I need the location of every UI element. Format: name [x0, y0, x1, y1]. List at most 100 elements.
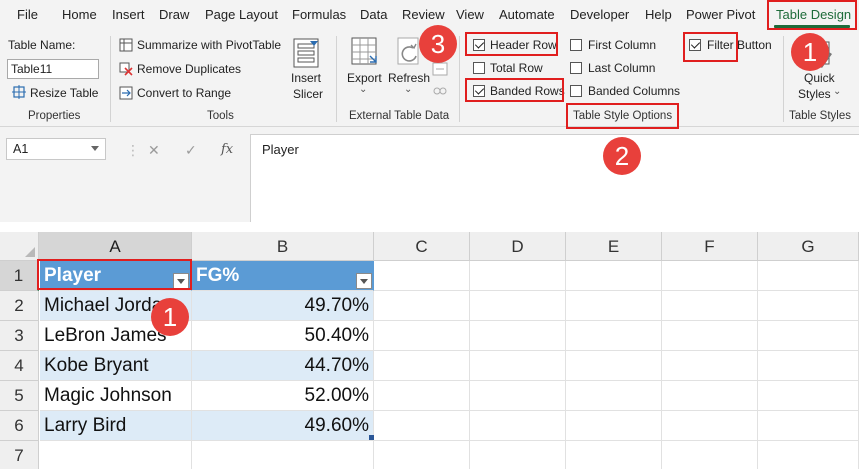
total-row-checkbox[interactable]	[473, 62, 485, 74]
table-header-player[interactable]: Player	[40, 261, 192, 291]
empty-cell[interactable]	[40, 441, 192, 469]
table-cell-fg[interactable]: 50.40%	[192, 321, 374, 351]
table-header-fg[interactable]: FG%	[192, 261, 374, 291]
column-header-c[interactable]: C	[374, 232, 470, 261]
banded-columns-checkbox[interactable]	[570, 85, 582, 97]
resize-table-button[interactable]: Resize Table	[30, 86, 98, 100]
tab-insert[interactable]: Insert	[112, 7, 145, 22]
empty-cell[interactable]	[566, 381, 662, 411]
column-header-d[interactable]: D	[470, 232, 566, 261]
banded-rows-checkbox[interactable]	[473, 85, 485, 97]
row-header-6[interactable]: 6	[0, 411, 39, 441]
tab-developer[interactable]: Developer	[570, 7, 629, 22]
column-header-e[interactable]: E	[566, 232, 662, 261]
table-cell-fg[interactable]: 52.00%	[192, 381, 374, 411]
empty-cell[interactable]	[566, 321, 662, 351]
empty-cell[interactable]	[374, 321, 470, 351]
empty-cell[interactable]	[470, 321, 566, 351]
empty-cell[interactable]	[758, 381, 859, 411]
insert-slicer-button[interactable]: Insert	[291, 71, 321, 85]
empty-cell[interactable]	[566, 441, 662, 469]
empty-cell[interactable]	[470, 261, 566, 291]
last-column-checkbox[interactable]	[570, 62, 582, 74]
tab-page-layout[interactable]: Page Layout	[205, 7, 278, 22]
table-cell-player[interactable]: Magic Johnson	[40, 381, 192, 411]
quick-styles-dropdown-icon[interactable]: ⌄	[833, 86, 841, 97]
empty-cell[interactable]	[470, 411, 566, 441]
tab-draw[interactable]: Draw	[159, 7, 189, 22]
empty-cell[interactable]	[566, 261, 662, 291]
row-header-4[interactable]: 4	[0, 351, 39, 381]
remove-duplicates-button[interactable]: Remove Duplicates	[137, 62, 241, 76]
row-header-5[interactable]: 5	[0, 381, 39, 411]
table-resize-handle[interactable]	[369, 435, 374, 440]
table-name-input[interactable]: Table11	[7, 59, 99, 79]
empty-cell[interactable]	[192, 441, 374, 469]
empty-cell[interactable]	[662, 351, 758, 381]
empty-cell[interactable]	[374, 261, 470, 291]
empty-cell[interactable]	[470, 291, 566, 321]
table-cell-fg[interactable]: 44.70%	[192, 351, 374, 381]
empty-cell[interactable]	[374, 441, 470, 469]
name-box-dropdown-icon[interactable]	[91, 146, 99, 151]
filter-dropdown-fg[interactable]	[356, 273, 372, 289]
tab-review[interactable]: Review	[402, 7, 445, 22]
summarize-pivottable-button[interactable]: Summarize with PivotTable	[137, 38, 281, 52]
formula-input[interactable]	[250, 134, 859, 222]
empty-cell[interactable]	[374, 411, 470, 441]
row-header-7[interactable]: 7	[0, 441, 39, 469]
unlink-icon[interactable]	[432, 84, 448, 101]
export-dropdown-icon[interactable]: ⌄	[359, 84, 367, 95]
table-cell-fg[interactable]: 49.60%	[192, 411, 374, 441]
empty-cell[interactable]	[758, 351, 859, 381]
table-cell-player[interactable]: Larry Bird	[40, 411, 192, 441]
row-header-2[interactable]: 2	[0, 291, 39, 321]
tab-data[interactable]: Data	[360, 7, 387, 22]
enter-icon[interactable]: ✓	[185, 142, 197, 159]
tab-home[interactable]: Home	[62, 7, 97, 22]
table-cell-player[interactable]: Kobe Bryant	[40, 351, 192, 381]
empty-cell[interactable]	[662, 381, 758, 411]
insert-function-icon[interactable]: fx	[221, 142, 233, 157]
empty-cell[interactable]	[662, 261, 758, 291]
convert-to-range-button[interactable]: Convert to Range	[137, 86, 231, 100]
row-header-3[interactable]: 3	[0, 321, 39, 351]
column-header-b[interactable]: B	[192, 232, 374, 261]
column-header-f[interactable]: F	[662, 232, 758, 261]
select-all-button[interactable]	[0, 232, 39, 261]
column-header-g[interactable]: G	[758, 232, 859, 261]
quick-styles-button[interactable]: Quick	[804, 71, 835, 85]
empty-cell[interactable]	[662, 291, 758, 321]
tab-file[interactable]: File	[17, 7, 38, 22]
name-box[interactable]: A1	[6, 138, 106, 160]
row-header-1[interactable]: 1	[0, 261, 39, 291]
cancel-icon[interactable]: ✕	[148, 142, 160, 159]
tab-table-design[interactable]: Table Design	[776, 7, 851, 22]
tab-power-pivot[interactable]: Power Pivot	[686, 7, 755, 22]
empty-cell[interactable]	[566, 411, 662, 441]
empty-cell[interactable]	[758, 441, 859, 469]
empty-cell[interactable]	[662, 441, 758, 469]
export-button[interactable]: Export	[347, 71, 382, 85]
first-column-checkbox[interactable]	[570, 39, 582, 51]
empty-cell[interactable]	[374, 351, 470, 381]
tab-automate[interactable]: Automate	[499, 7, 555, 22]
empty-cell[interactable]	[758, 291, 859, 321]
column-header-a[interactable]: A	[39, 232, 192, 261]
empty-cell[interactable]	[374, 291, 470, 321]
empty-cell[interactable]	[470, 351, 566, 381]
open-in-browser-icon[interactable]	[432, 62, 448, 79]
refresh-dropdown-icon[interactable]: ⌄	[404, 84, 412, 95]
filter-button-checkbox[interactable]	[689, 39, 701, 51]
empty-cell[interactable]	[470, 381, 566, 411]
tab-help[interactable]: Help	[645, 7, 672, 22]
tab-formulas[interactable]: Formulas	[292, 7, 346, 22]
refresh-button[interactable]: Refresh	[388, 71, 430, 85]
empty-cell[interactable]	[470, 441, 566, 469]
tab-view[interactable]: View	[456, 7, 484, 22]
empty-cell[interactable]	[758, 321, 859, 351]
empty-cell[interactable]	[758, 261, 859, 291]
empty-cell[interactable]	[758, 411, 859, 441]
table-cell-fg[interactable]: 49.70%	[192, 291, 374, 321]
empty-cell[interactable]	[662, 411, 758, 441]
